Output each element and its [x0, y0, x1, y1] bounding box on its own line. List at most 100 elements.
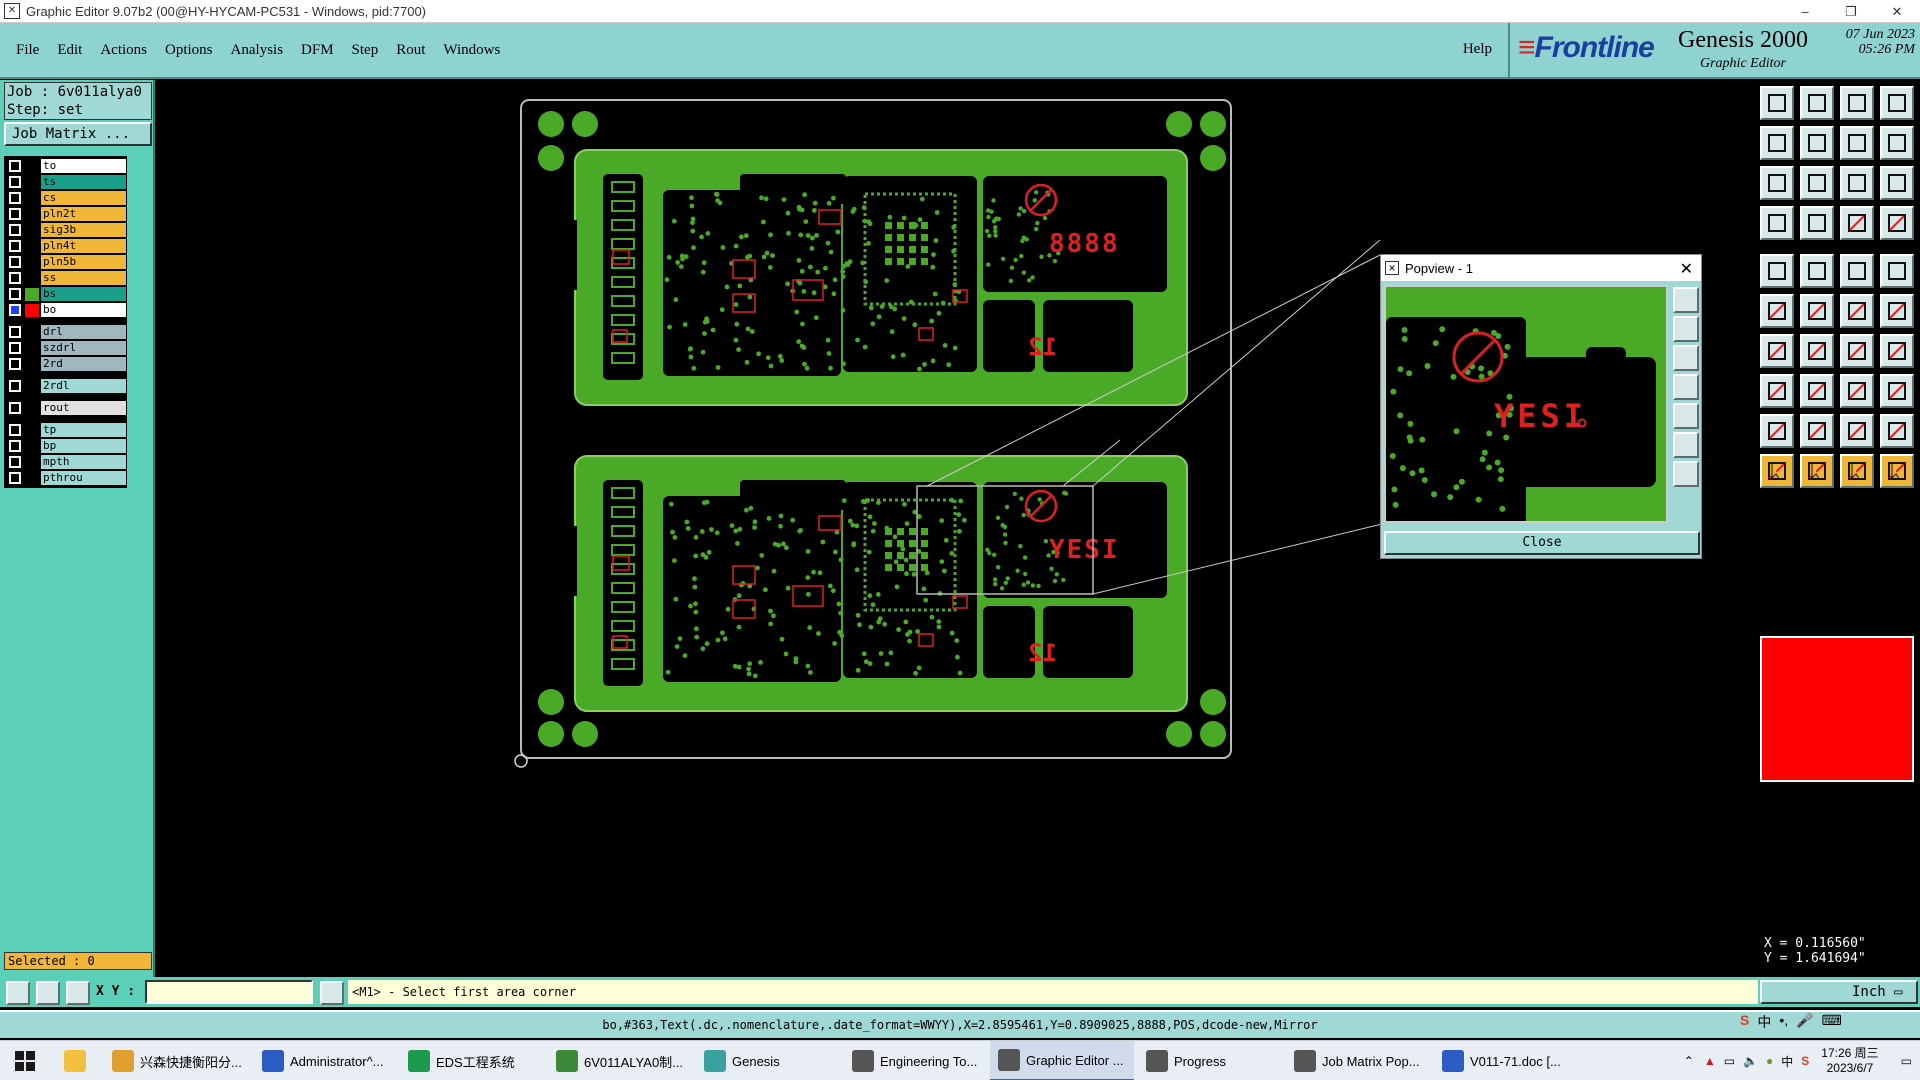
layer-row-pthrou[interactable]: pthrou: [5, 470, 126, 486]
arc-tool-button[interactable]: [1840, 334, 1874, 368]
tri1-tool-button[interactable]: [1760, 414, 1794, 448]
layer-color-swatch[interactable]: [25, 423, 39, 437]
tray-app-icon[interactable]: ▲: [1704, 1054, 1716, 1068]
layer-checkbox[interactable]: [9, 192, 21, 204]
menu-edit[interactable]: Edit: [56, 40, 83, 61]
layer-checkbox[interactable]: [9, 440, 21, 452]
pointer2-tool-button[interactable]: [1800, 454, 1834, 488]
layer-row-bs[interactable]: bs: [5, 286, 126, 302]
layer-row-drl[interactable]: drl: [5, 324, 126, 340]
menu-file[interactable]: File: [15, 40, 40, 61]
flip-tool-button[interactable]: [1800, 254, 1834, 288]
layer-color-swatch[interactable]: [25, 271, 39, 285]
popview-close-icon[interactable]: ✕: [1680, 259, 1693, 279]
zoom-area-tool-button[interactable]: [1840, 126, 1874, 160]
close-icon[interactable]: ✕: [1874, 0, 1920, 23]
ime-toolbar[interactable]: S 中 •, 🎤 ⌨: [1740, 1012, 1842, 1032]
tri2-tool-button[interactable]: [1800, 414, 1834, 448]
route2-tool-button[interactable]: [1880, 206, 1914, 240]
layer-row-cs[interactable]: cs: [5, 190, 126, 206]
scale-tool-button[interactable]: [1840, 166, 1874, 200]
layer-name[interactable]: bs: [41, 287, 126, 301]
mic-icon[interactable]: 🎤: [1796, 1012, 1813, 1032]
taskbar-item-6[interactable]: Engineering To...: [844, 1041, 988, 1080]
layer-color-swatch[interactable]: [25, 455, 39, 469]
tri4-tool-button[interactable]: [1880, 414, 1914, 448]
notification-icon[interactable]: ▭: [1901, 1054, 1912, 1068]
layer-color-swatch[interactable]: [25, 191, 39, 205]
zoom-out-tool-button[interactable]: [1800, 86, 1834, 120]
tray-chevron-icon[interactable]: ⌃: [1684, 1054, 1694, 1068]
taskbar-item-3[interactable]: EDS工程系统: [400, 1041, 544, 1080]
layer-name[interactable]: pln2t: [41, 207, 126, 221]
cross-tool-button[interactable]: [1800, 294, 1834, 328]
measure-button[interactable]: [36, 981, 60, 1005]
layer-checkbox[interactable]: [9, 380, 21, 392]
tray-lang[interactable]: 中: [1781, 1053, 1793, 1070]
taskbar-item-4[interactable]: 6V011ALYA0制...: [548, 1041, 692, 1080]
layer-row-bo[interactable]: bo: [5, 302, 126, 318]
taskbar-item-10[interactable]: V011-71.doc [...: [1434, 1041, 1578, 1080]
layer-color-swatch[interactable]: [25, 207, 39, 221]
line2-tool-button[interactable]: [1800, 334, 1834, 368]
copy-tool-button[interactable]: [1880, 374, 1914, 408]
layer-row-ss[interactable]: ss: [5, 270, 126, 286]
layer-checkbox[interactable]: [9, 424, 21, 436]
layer-color-swatch[interactable]: [25, 357, 39, 371]
xy-input[interactable]: [145, 980, 313, 1004]
layer-color-swatch[interactable]: [25, 471, 39, 485]
popview-close-button[interactable]: Close: [1384, 531, 1700, 555]
layer-row-ts[interactable]: ts: [5, 174, 126, 190]
layer-checkbox[interactable]: [9, 272, 21, 284]
layer-color-swatch[interactable]: [25, 341, 39, 355]
popview-fit-button[interactable]: [1673, 432, 1699, 458]
pan-right-tool-button[interactable]: [1800, 126, 1834, 160]
layer-name[interactable]: tp: [41, 423, 126, 437]
fit-tool-button[interactable]: [1760, 166, 1794, 200]
ime-lang[interactable]: 中: [1757, 1012, 1771, 1032]
move-tool-button[interactable]: [1760, 374, 1794, 408]
taskbar-item-7[interactable]: Graphic Editor ...: [990, 1041, 1134, 1080]
clock[interactable]: 17:26 周三 2023/6/7: [1821, 1046, 1878, 1076]
taskbar-item-9[interactable]: Job Matrix Pop...: [1286, 1041, 1430, 1080]
layer-name[interactable]: 2rdl: [41, 379, 126, 393]
layer-row-mpth[interactable]: mpth: [5, 454, 126, 470]
layer-name[interactable]: to: [41, 159, 126, 173]
layer-name[interactable]: sig3b: [41, 223, 126, 237]
layer-checkbox[interactable]: [9, 240, 21, 252]
start-button[interactable]: [6, 1041, 50, 1080]
layer-checkbox[interactable]: [9, 472, 21, 484]
layer-color-swatch[interactable]: [25, 379, 39, 393]
layer-row-szdrl[interactable]: szdrl: [5, 340, 126, 356]
popview-pan-left-button[interactable]: [1673, 374, 1699, 400]
popview-zoom-in-button[interactable]: [1673, 287, 1699, 313]
snapshot-tool-button[interactable]: [1760, 254, 1794, 288]
menu-step[interactable]: Step: [351, 40, 380, 61]
net-tool-button[interactable]: [1840, 294, 1874, 328]
grid-tool-button[interactable]: [1800, 206, 1834, 240]
layer-color-swatch[interactable]: [25, 159, 39, 173]
tray-green-icon[interactable]: ●: [1766, 1054, 1773, 1068]
layer-checkbox[interactable]: [9, 456, 21, 468]
route-tool-button[interactable]: [1840, 206, 1874, 240]
layer-row-tp[interactable]: tp: [5, 422, 126, 438]
layer-row-pln4t[interactable]: pln4t: [5, 238, 126, 254]
layer-name[interactable]: ts: [41, 175, 126, 189]
layer-name[interactable]: bp: [41, 439, 126, 453]
grid-button[interactable]: [66, 981, 90, 1005]
volume-icon[interactable]: 🔈: [1743, 1054, 1758, 1068]
layer-checkbox[interactable]: [9, 256, 21, 268]
layer-name[interactable]: 2rd: [41, 357, 126, 371]
layer-checkbox[interactable]: [9, 208, 21, 220]
layer-color-swatch[interactable]: [25, 325, 39, 339]
unit-selector[interactable]: Inch ▭: [1760, 980, 1918, 1004]
layer-tool-tool-button[interactable]: [1760, 206, 1794, 240]
popview-canvas[interactable]: YESI: [1384, 285, 1668, 523]
taskbar-item-5[interactable]: Genesis: [696, 1041, 840, 1080]
info-button[interactable]: [320, 981, 344, 1005]
measure-tool-button[interactable]: [1840, 254, 1874, 288]
layer-row-2rdl[interactable]: 2rdl: [5, 378, 126, 394]
layer-name[interactable]: pthrou: [41, 471, 126, 485]
punct-icon[interactable]: •,: [1779, 1012, 1788, 1032]
layer-checkbox[interactable]: [9, 160, 21, 172]
